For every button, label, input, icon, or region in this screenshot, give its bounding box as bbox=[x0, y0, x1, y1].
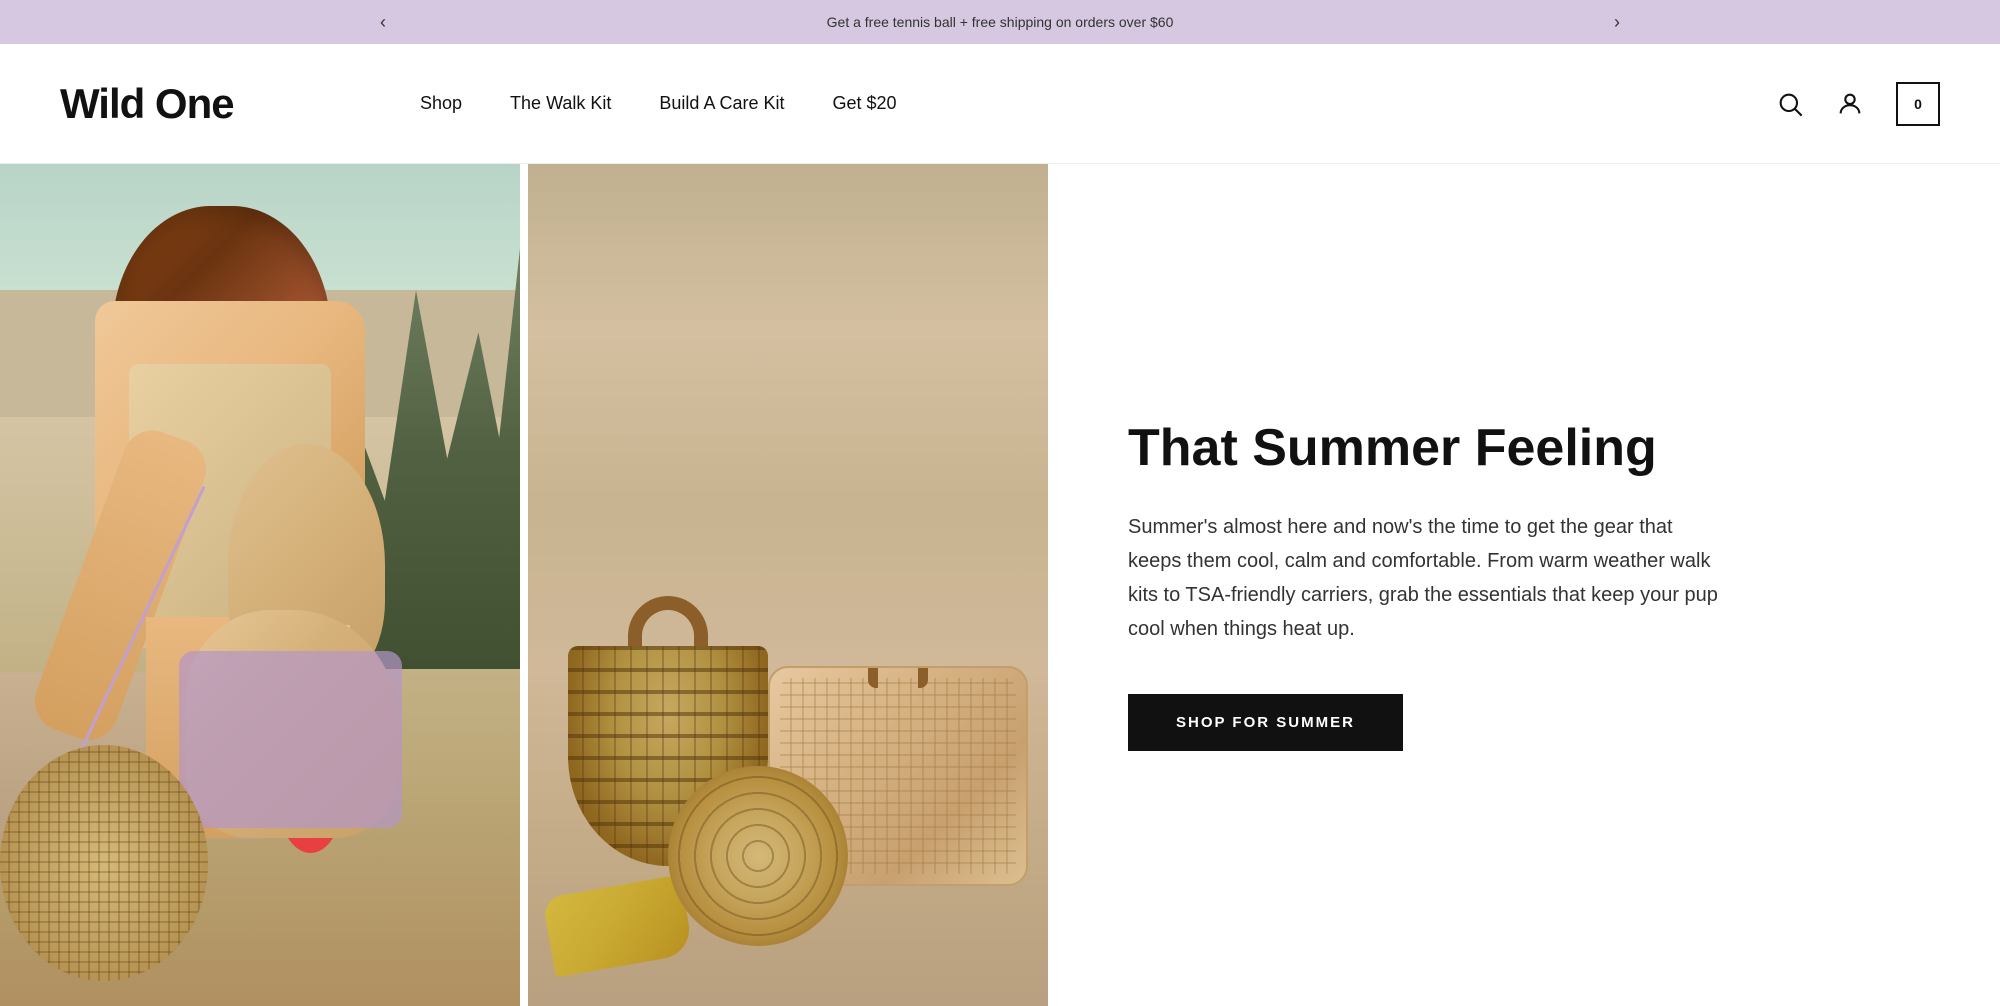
hero-text-panel: That Summer Feeling Summer's almost here… bbox=[1048, 164, 2000, 1006]
nav-care-kit[interactable]: Build A Care Kit bbox=[659, 93, 784, 114]
nav-shop[interactable]: Shop bbox=[420, 93, 462, 114]
product-scene bbox=[528, 164, 1048, 1006]
woven-mat bbox=[668, 766, 848, 946]
dog-harness bbox=[179, 651, 402, 828]
yellow-fabric bbox=[542, 874, 694, 977]
account-icon bbox=[1836, 90, 1864, 118]
search-button[interactable] bbox=[1776, 90, 1804, 118]
straw-bag bbox=[0, 745, 208, 981]
main-nav: Shop The Walk Kit Build A Care Kit Get $… bbox=[360, 93, 1776, 114]
search-icon bbox=[1776, 90, 1804, 118]
hero-body: Summer's almost here and now's the time … bbox=[1128, 510, 1728, 646]
site-header: Wild One Shop The Walk Kit Build A Care … bbox=[0, 44, 2000, 164]
announcement-next-button[interactable]: › bbox=[1594, 12, 1640, 33]
main-content: That Summer Feeling Summer's almost here… bbox=[0, 164, 2000, 1006]
hero-heading: That Summer Feeling bbox=[1128, 419, 1920, 479]
header-icons: 0 bbox=[1776, 82, 1940, 126]
nav-get-20[interactable]: Get $20 bbox=[832, 93, 896, 114]
site-logo[interactable]: Wild One bbox=[60, 80, 360, 128]
cart-button[interactable]: 0 bbox=[1896, 82, 1940, 126]
carrier-handle bbox=[868, 666, 928, 688]
cta-button[interactable]: SHOP FOR SUMMER bbox=[1128, 694, 1403, 751]
announcement-prev-button[interactable]: ‹ bbox=[360, 12, 406, 33]
account-button[interactable] bbox=[1836, 90, 1864, 118]
nav-walk-kit[interactable]: The Walk Kit bbox=[510, 93, 611, 114]
announcement-text: Get a free tennis ball + free shipping o… bbox=[827, 14, 1174, 30]
announcement-bar: ‹ Get a free tennis ball + free shipping… bbox=[0, 0, 2000, 44]
cart-count: 0 bbox=[1914, 96, 1922, 112]
hero-image-left bbox=[0, 164, 520, 1006]
hero-image-middle bbox=[528, 164, 1048, 1006]
